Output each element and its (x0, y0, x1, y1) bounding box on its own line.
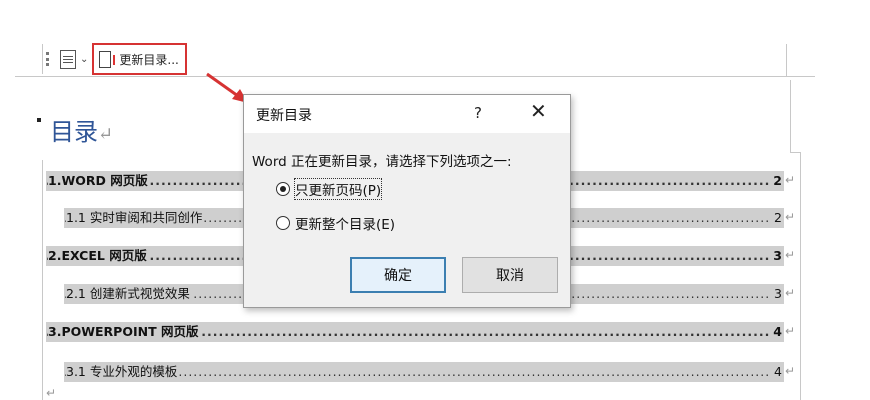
paragraph-bullet (37, 118, 41, 122)
cancel-button[interactable]: 取消 (462, 257, 558, 293)
toc-entry-text: 2.1 创建新式视觉效果 (66, 284, 192, 304)
close-icon[interactable]: ✕ (530, 101, 547, 121)
paragraph-mark: ↵ (785, 364, 796, 378)
toc-entry-text: 2.EXCEL 网页版 (48, 246, 149, 266)
toc-entry[interactable]: ........................................… (64, 362, 784, 382)
toc-heading: 目录↵ (50, 112, 113, 147)
chevron-down-icon[interactable]: ⌄ (80, 54, 88, 65)
page-edge-right (790, 80, 791, 152)
radio-selected-icon[interactable] (276, 182, 290, 196)
paragraph-mark: ↵ (98, 124, 114, 145)
dialog-title-bar[interactable]: 更新目录 ? ✕ (244, 95, 570, 133)
drag-grip-icon[interactable] (46, 52, 52, 66)
toc-entry-text: 1.WORD 网页版 (48, 171, 150, 191)
paragraph-mark: ↵ (785, 248, 796, 262)
update-toc-button[interactable]: 更新目录... (92, 43, 187, 75)
toc-entry-page: 3 (774, 284, 782, 304)
ok-button[interactable]: 确定 (350, 257, 446, 293)
document-icon[interactable] (60, 49, 76, 69)
toc-entry-text: 3.POWERPOINT 网页版 (48, 322, 201, 342)
toc-field-toolbar: ⌄ 更新目录... (42, 43, 187, 75)
toc-entry-text: 3.1 专业外观的模板 (66, 362, 180, 382)
option-update-page-numbers[interactable]: 只更新页码(P) (276, 178, 383, 200)
margin-guide-top (15, 76, 815, 77)
option-update-entire-table[interactable]: 更新整个目录(E) (276, 213, 395, 233)
margin-guide-right (786, 44, 787, 76)
update-document-icon (99, 50, 116, 68)
toc-entry-page: 2 (773, 171, 782, 191)
option-label: 更新整个目录(E) (295, 217, 396, 233)
toc-heading-text: 目录 (50, 118, 98, 146)
paragraph-mark: ↵ (785, 286, 796, 300)
page-edge-notch (790, 152, 800, 153)
toc-entry-page: 3 (773, 246, 782, 266)
paragraph-mark: ↵ (785, 210, 796, 224)
dialog-title: 更新目录 (256, 108, 312, 124)
paragraph-mark: ↵ (785, 173, 796, 187)
toc-entry-text: 1.1 实时审阅和共同创作 (66, 208, 205, 228)
help-icon[interactable]: ? (474, 104, 482, 122)
toc-entry-page: 2 (774, 208, 782, 228)
option-label: 只更新页码(P) (293, 178, 383, 200)
toc-entry-page: 4 (773, 322, 782, 342)
toc-entry-page: 4 (774, 362, 782, 382)
radio-unselected-icon[interactable] (276, 216, 290, 230)
paragraph-mark: ↵ (46, 386, 57, 400)
page-edge-right-lower (800, 152, 801, 400)
margin-guide-left-lower (42, 160, 43, 400)
toc-entry[interactable]: ........................................… (46, 322, 784, 342)
update-toc-dialog: 更新目录 ? ✕ Word 正在更新目录，请选择下列选项之一: 只更新页码(P)… (243, 94, 571, 308)
dialog-message: Word 正在更新目录，请选择下列选项之一: (252, 154, 512, 170)
update-toc-label: 更新目录... (119, 52, 179, 67)
paragraph-mark: ↵ (785, 324, 796, 338)
